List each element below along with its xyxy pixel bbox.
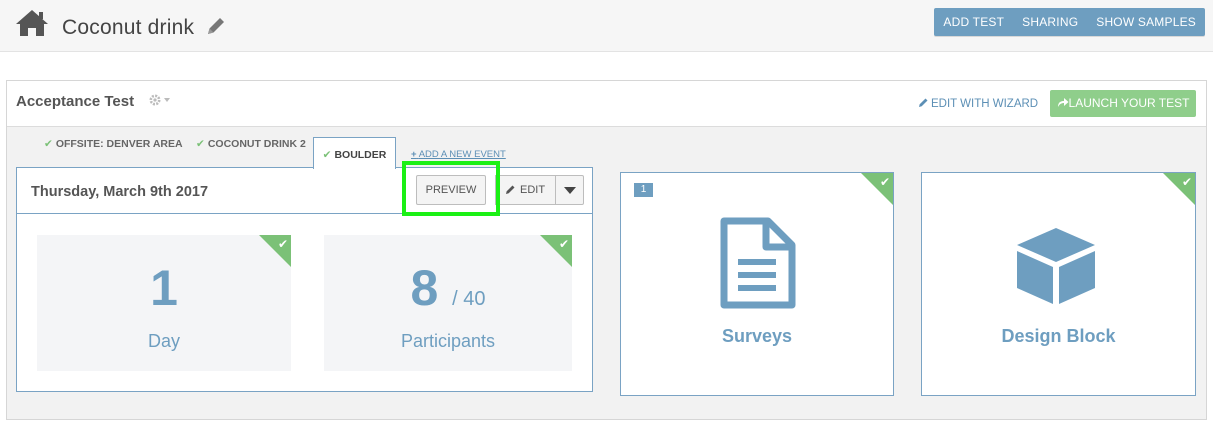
launch-test-button[interactable]: LAUNCH YOUR TEST	[1050, 90, 1196, 117]
gear-icon[interactable]	[148, 93, 172, 107]
share-arrow-icon	[1057, 98, 1069, 107]
edit-event-button[interactable]: EDIT	[495, 175, 555, 205]
document-icon	[720, 217, 796, 309]
pencil-icon	[506, 185, 515, 194]
top-header: Coconut drink ADD TEST SHARING SHOW SAMP…	[0, 0, 1213, 52]
stat-day-value: 1	[150, 260, 178, 316]
add-new-event-link[interactable]: + ADD A NEW EVENT	[411, 149, 506, 160]
sharing-button[interactable]: SHARING	[1013, 8, 1087, 36]
check-icon: ✔	[277, 237, 288, 251]
stat-participants: ✔ 8 / 40 Participants	[324, 235, 572, 371]
tab-offsite-denver-area[interactable]: ✔ OFFSITE: DENVER AREA	[44, 138, 183, 150]
event-date-bar: Thursday, March 9th 2017 PREVIEW EDIT	[17, 161, 592, 216]
edit-label: EDIT	[520, 184, 546, 196]
block-design-block-label: Design Block	[1001, 326, 1116, 346]
check-icon: ✔	[44, 138, 53, 150]
top-actions: ADD TEST SHARING SHOW SAMPLES	[934, 8, 1205, 36]
tab-label: OFFSITE: DENVER AREA	[55, 138, 183, 150]
pencil-icon[interactable]	[205, 15, 227, 37]
test-header: Acceptance Test EDIT WITH WIZARD LAUNCH …	[7, 81, 1206, 127]
add-new-event-label: ADD A NEW EVENT	[418, 149, 506, 160]
stat-day: ✔ 1 Day	[37, 235, 291, 371]
tab-label: BOULDER	[334, 149, 387, 161]
stat-value: 1	[37, 259, 291, 317]
tab-boulder[interactable]: ✔ BOULDER	[313, 137, 396, 169]
check-icon: ✔	[879, 175, 890, 189]
cube-icon	[1017, 228, 1095, 304]
home-icon[interactable]	[15, 9, 49, 37]
show-samples-button[interactable]: SHOW SAMPLES	[1087, 8, 1205, 36]
preview-button[interactable]: PREVIEW	[416, 175, 486, 205]
page-title: Coconut drink	[62, 16, 195, 39]
stat-day-label: Day	[147, 331, 180, 351]
stat-participants-max: / 40	[452, 288, 486, 310]
stat-value: 8 / 40	[324, 259, 572, 317]
check-icon: ✔	[558, 237, 569, 251]
event-card: Thursday, March 9th 2017 PREVIEW EDIT ✔ …	[16, 161, 593, 392]
launch-test-label: LAUNCH YOUR TEST	[1068, 96, 1190, 110]
check-icon: ✔	[322, 149, 332, 161]
edit-with-wizard-label: EDIT WITH WIZARD	[931, 98, 1039, 110]
test-title: Acceptance Test	[16, 93, 135, 110]
event-date: Thursday, March 9th 2017	[31, 184, 209, 200]
block-surveys-label: Surveys	[721, 326, 793, 346]
block-surveys[interactable]: ✔ 1 Surveys	[620, 172, 894, 396]
pencil-icon	[919, 98, 928, 107]
check-icon: ✔	[1181, 175, 1192, 189]
block-design-block[interactable]: ✔ Design Block	[921, 172, 1196, 396]
caret-down-icon[interactable]	[555, 175, 584, 205]
tab-coconut-drink-2[interactable]: ✔ COCONUT DRINK 2	[196, 138, 306, 150]
check-icon: ✔	[196, 138, 205, 150]
add-test-button[interactable]: ADD TEST	[934, 8, 1013, 36]
stat-participants-value: 8	[410, 260, 439, 316]
edit-with-wizard-link[interactable]: EDIT WITH WIZARD	[918, 97, 1038, 110]
plus-icon: +	[411, 149, 417, 160]
tab-label: COCONUT DRINK 2	[207, 138, 306, 150]
block-count-badge: 1	[634, 183, 653, 197]
stat-participants-label: Participants	[400, 331, 496, 351]
